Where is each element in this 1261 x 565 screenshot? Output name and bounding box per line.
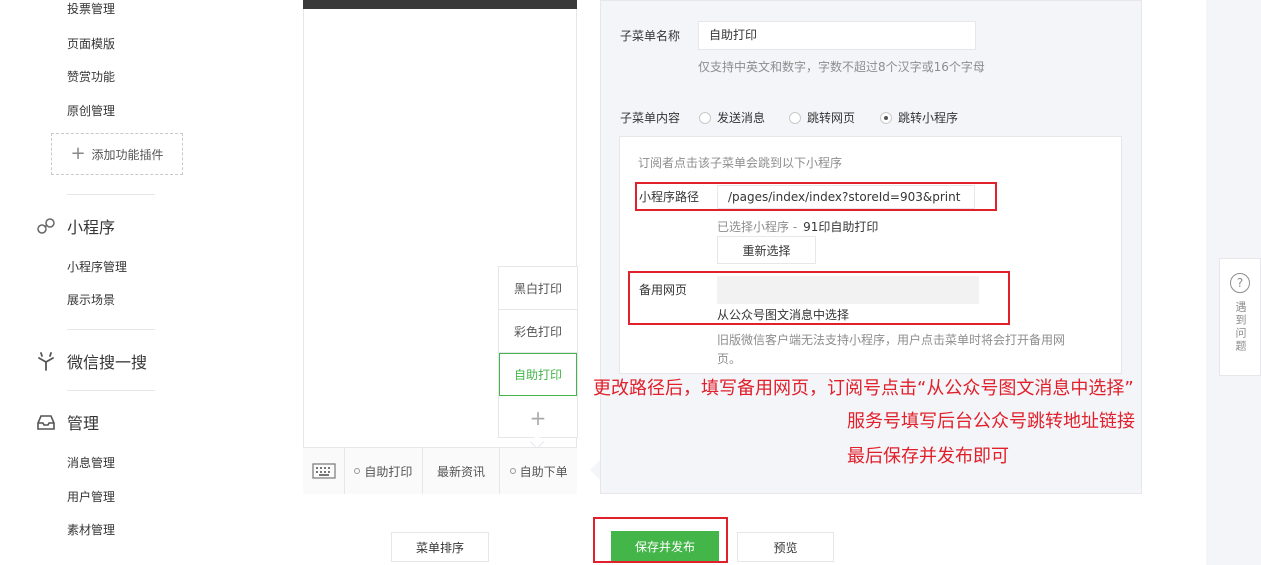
selected-prefix: 已选择小程序 -: [717, 220, 798, 234]
phone-menu-bar: 自助打印 最新资讯 自助下单: [303, 447, 577, 494]
sidebar-item-page-template[interactable]: 页面模版: [67, 35, 115, 52]
menu-label: 最新资讯: [437, 464, 486, 479]
feedback-widget[interactable]: ? 遇到问题: [1219, 258, 1261, 376]
save-publish-button[interactable]: 保存并发布: [611, 531, 719, 561]
sparkle-icon: [38, 352, 54, 371]
feedback-label: 遇到问题: [1234, 301, 1247, 353]
sidebar-item-display-scene[interactable]: 展示场景: [67, 291, 115, 308]
menu-self-order[interactable]: 自助下单: [500, 448, 577, 494]
highlight-backup-box: [628, 271, 1010, 325]
highlight-path-box: [635, 182, 997, 211]
name-hint: 仅支持中英文和数字，字数不超过8个汉字或16个字母: [698, 60, 985, 74]
annotation-line2: 服务号填写后台公众号跳转地址链接: [847, 411, 1135, 432]
content-label: 子菜单内容: [620, 111, 681, 125]
radio-label: 发送消息: [717, 111, 766, 125]
link-icon: [37, 218, 55, 234]
question-icon: ?: [1230, 273, 1250, 293]
radio-label: 跳转小程序: [898, 111, 959, 125]
menu-self-print[interactable]: 自助打印: [345, 448, 423, 494]
radio-label: 跳转网页: [807, 111, 856, 125]
submenu-popup: 黑白打印 彩色打印 自助打印 +: [498, 266, 578, 438]
sidebar-item-reward[interactable]: 赞赏功能: [67, 68, 115, 85]
sidebar-divider: [67, 194, 155, 195]
menu-sort-button[interactable]: 菜单排序: [391, 532, 489, 562]
submenu-dot-icon: [509, 468, 516, 474]
menu-label: 自助下单: [519, 464, 568, 479]
sidebar-item-material[interactable]: 素材管理: [67, 521, 115, 538]
submenu-item-bw-print[interactable]: 黑白打印: [499, 267, 577, 310]
radio-circle-selected: [880, 111, 892, 124]
section-title: 管理: [67, 414, 100, 433]
radio-circle: [699, 111, 711, 124]
radio-circle: [789, 111, 801, 124]
box-intro: 订阅者点击该子菜单会跳到以下小程序: [638, 156, 843, 170]
add-plugin-button[interactable]: + 添加功能插件: [51, 133, 183, 175]
phone-header: [303, 0, 577, 9]
sidebar-section-manage[interactable]: 管理: [35, 410, 99, 434]
menu-label: 自助打印: [364, 464, 413, 479]
panel-arrow: [590, 460, 600, 480]
sidebar: 投票管理 页面模版 赞赏功能 原创管理 + 添加功能插件 小程序 小程序管理 展…: [0, 0, 238, 565]
radio-open-miniprogram[interactable]: 跳转小程序: [880, 109, 958, 126]
menu-latest-news[interactable]: 最新资讯: [423, 448, 501, 494]
sidebar-divider: [67, 390, 155, 391]
add-plugin-label: 添加功能插件: [91, 147, 164, 162]
sidebar-item-original[interactable]: 原创管理: [67, 102, 115, 119]
sidebar-item-vote[interactable]: 投票管理: [67, 0, 115, 17]
radio-open-webpage[interactable]: 跳转网页: [789, 109, 855, 126]
selected-miniprogram: 已选择小程序 - 91印自助打印: [717, 218, 878, 235]
reselect-button[interactable]: 重新选择: [717, 236, 816, 264]
add-submenu-button[interactable]: +: [499, 396, 577, 439]
keyboard-icon[interactable]: [303, 448, 345, 494]
plus-icon: +: [70, 143, 86, 164]
plus-icon: +: [529, 405, 547, 430]
sidebar-item-miniprogram-manage[interactable]: 小程序管理: [67, 258, 127, 275]
backup-hint-line2: 页。: [717, 352, 742, 366]
sidebar-item-message[interactable]: 消息管理: [67, 454, 115, 471]
section-title: 微信搜一搜: [67, 353, 148, 372]
submenu-item-self-print[interactable]: 自助打印: [499, 353, 577, 396]
name-label: 子菜单名称: [620, 29, 681, 43]
annotation-line1: 更改路径后，填写备用网页，订阅号点击“从公众号图文消息中选择”: [593, 378, 1134, 399]
backup-hint-line1: 旧版微信客户端无法支持小程序，用户点击菜单时将会打开备用网: [717, 333, 1066, 347]
selected-miniprogram-name: 91印自助打印: [803, 220, 879, 234]
sidebar-item-users[interactable]: 用户管理: [67, 488, 115, 505]
sidebar-section-miniprogram[interactable]: 小程序: [35, 214, 115, 238]
submenu-name-input[interactable]: 自助打印: [698, 21, 976, 50]
submenu-dot-icon: [354, 468, 361, 474]
sidebar-divider: [67, 329, 155, 330]
inbox-icon: [37, 415, 55, 430]
radio-send-message[interactable]: 发送消息: [699, 109, 765, 126]
sidebar-section-search[interactable]: 微信搜一搜: [35, 349, 147, 373]
submenu-item-color-print[interactable]: 彩色打印: [499, 310, 577, 353]
section-title: 小程序: [67, 218, 116, 237]
annotation-line3: 最后保存并发布即可: [847, 446, 1009, 467]
preview-button[interactable]: 预览: [737, 532, 834, 562]
